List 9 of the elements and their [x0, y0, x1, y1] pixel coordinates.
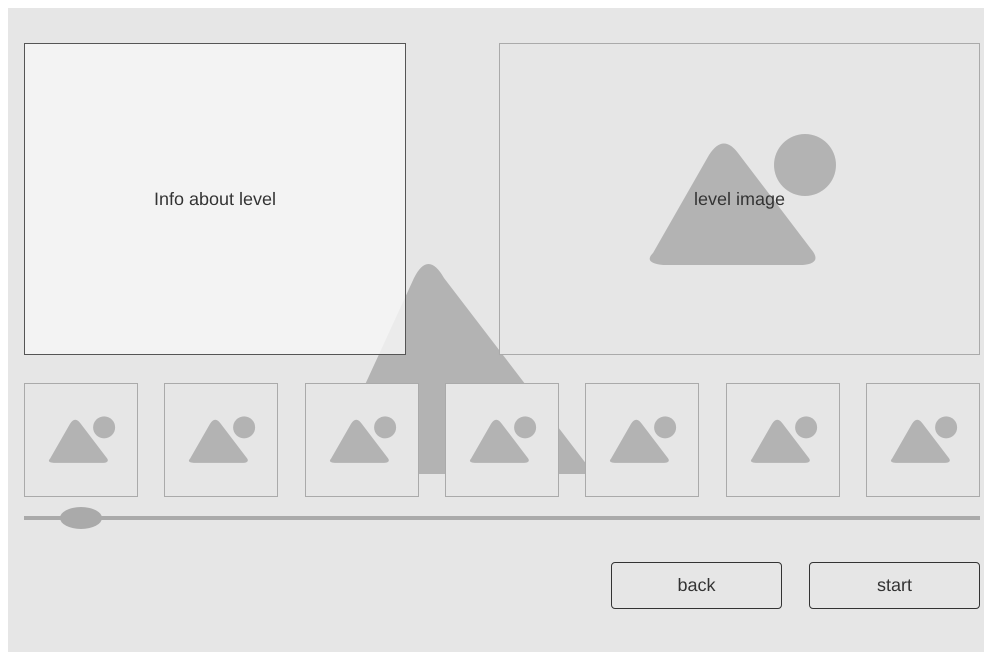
- thumbnail[interactable]: [726, 383, 840, 497]
- thumbnail[interactable]: [866, 383, 980, 497]
- image-label: level image: [694, 188, 786, 211]
- action-button[interactable]: back: [611, 562, 782, 609]
- thumbnail[interactable]: [585, 383, 700, 497]
- action-button[interactable]: start: [809, 562, 980, 609]
- thumbnail[interactable]: [24, 383, 138, 497]
- thumbnail[interactable]: [164, 383, 278, 497]
- info-text: Info about level: [154, 188, 276, 210]
